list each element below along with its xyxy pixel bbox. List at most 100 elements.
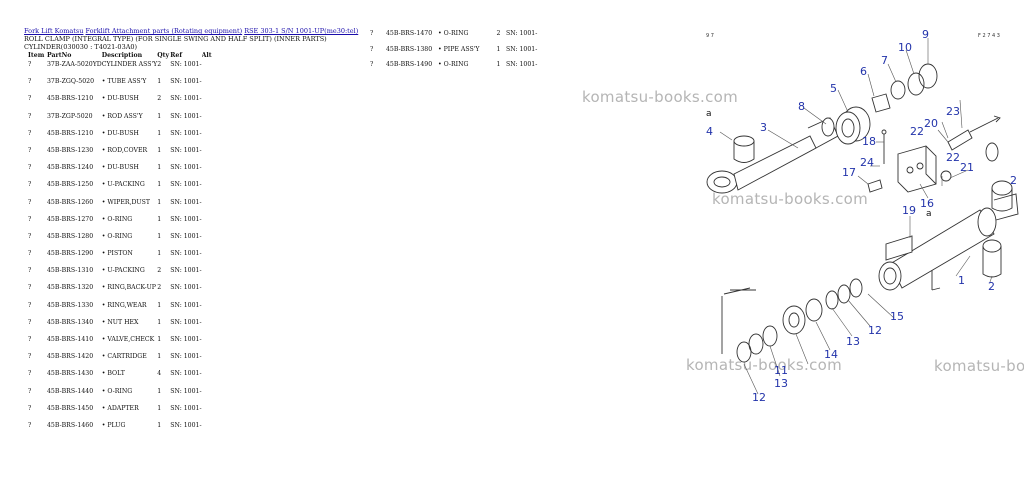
cell-alt — [202, 353, 222, 370]
callout-20: 20 — [924, 117, 938, 130]
cell-item: ? — [370, 61, 374, 68]
cell-ref: SN: 1001- — [170, 95, 202, 103]
callout-4: 4 — [706, 125, 713, 138]
cell-partno: 45B-BRS-1250 — [47, 181, 94, 189]
table-row: ? 45B-BRS-1470 • O-RING 2 SN: 1001- — [370, 30, 551, 46]
cell-item: ? — [370, 30, 374, 37]
cell-ref: SN: 1001- — [170, 164, 202, 172]
cell-alt — [202, 250, 222, 267]
cell-item: ? — [28, 250, 32, 258]
breadcrumb-link-model[interactable]: RSE 303-1 S/N 1001-UP(me30:tel) — [244, 27, 358, 35]
table-row: ? 45B-BRS-1280 • O-RING 1 SN: 1001- — [26, 233, 222, 250]
cell-item: ? — [28, 112, 32, 120]
cell-item: ? — [28, 421, 32, 429]
cell-qty: 1 — [157, 198, 162, 206]
table-row: ? 45B-BRS-1310 • U-PACKING 2 SN: 1001- — [26, 267, 222, 284]
cell-description: • CARTRIDGE — [101, 353, 147, 361]
breadcrumb: Fork Lift Komatsu Forklift Attachment pa… — [24, 27, 358, 35]
cell-qty: 1 — [157, 215, 162, 223]
table-row: ? 45B-BRS-1380 • PIPE ASS'Y 1 SN: 1001- — [370, 46, 551, 62]
cell-alt — [202, 319, 222, 336]
cell-qty: 1 — [157, 387, 162, 395]
cell-description: • DU-BUSH — [101, 95, 139, 103]
cell-item: ? — [28, 61, 32, 68]
cell-ref: SN: 1001- — [506, 45, 538, 53]
callout-6: 6 — [860, 65, 867, 78]
cell-item: ? — [28, 387, 32, 395]
cell-description: • DU-BUSH — [101, 129, 139, 137]
table-row: ? 45B-BRS-1430 • BOLT 4 SN: 1001- — [26, 370, 222, 387]
breadcrumb-link-forklift[interactable]: Fork Lift Komatsu — [24, 27, 83, 35]
table-row: ? 45B-BRS-1330 • RING,WEAR 1 SN: 1001- — [26, 302, 222, 319]
cell-alt — [202, 113, 222, 130]
cell-qty: 1 — [157, 301, 162, 309]
parts-table-continued: ? 45B-BRS-1470 • O-RING 2 SN: 1001-? 45B-BRS-… — [370, 30, 551, 77]
cell-description: CYLINDER ASS'Y — [101, 61, 158, 68]
callout-21: 21 — [960, 161, 974, 174]
cell-description: • ROD,COVER — [101, 146, 148, 154]
cell-partno: 45B-BRS-1490 — [386, 61, 433, 68]
cell-ref: SN: 1001- — [506, 61, 538, 68]
cell-alt — [202, 267, 222, 284]
cell-qty: 2 — [157, 61, 162, 68]
cell-qty: 2 — [157, 95, 162, 103]
cell-partno: 45B-BRS-1280 — [47, 232, 94, 240]
callout-12: 12 — [868, 324, 882, 337]
table-row: ? 45B-BRS-1320 • RING,BACK-UP 2 SN: 1001- — [26, 284, 222, 301]
cell-description: • O-RING — [101, 215, 133, 223]
cell-partno: 45B-BRS-1320 — [47, 284, 94, 292]
cell-item: ? — [370, 45, 374, 53]
callout-2: 2 — [1010, 174, 1017, 187]
table-row: ? 45B-BRS-1340 • NUT HEX 1 SN: 1001- — [26, 319, 222, 336]
cell-ref: SN: 1001- — [170, 421, 202, 429]
cell-partno: 45B-BRS-1260 — [47, 198, 94, 206]
cell-description: • WIPER,DUST — [101, 198, 151, 206]
cell-item: ? — [28, 232, 32, 240]
cell-description: • DU-BUSH — [101, 164, 139, 172]
callout-9: 9 — [922, 28, 929, 41]
header-qty: Qty — [157, 52, 170, 59]
cell-ref: SN: 1001- — [170, 267, 202, 275]
cell-description: • VALVE,CHECK — [101, 336, 155, 343]
cell-qty: 4 — [157, 370, 162, 378]
callout-3: 3 — [760, 121, 767, 134]
cell-description: • O-RING — [438, 30, 469, 37]
cell-ref: SN: 1001- — [170, 404, 202, 412]
table-row: ? 37B-ZGQ-5020 • TUBE ASS'Y 1 SN: 1001- — [26, 78, 222, 95]
callout-23: 23 — [946, 105, 960, 118]
callout-17: 17 — [842, 166, 856, 179]
callout-15: 15 — [890, 310, 904, 323]
table-row: ? 45B-BRS-1210 • DU-BUSH 2 SN: 1001- — [26, 95, 222, 112]
cell-partno: 45B-BRS-1310 — [47, 267, 94, 275]
table-row: ? 45B-BRS-1240 • DU-BUSH 1 SN: 1001- — [26, 164, 222, 181]
cell-alt — [202, 164, 222, 181]
cell-qty: 1 — [157, 164, 162, 172]
cell-ref: SN: 1001- — [170, 353, 202, 361]
header-ref: Ref — [170, 52, 183, 59]
cell-ref: SN: 1001- — [170, 250, 202, 258]
callout-10: 10 — [898, 41, 912, 54]
callout-8: 8 — [798, 100, 805, 113]
cell-description: • TUBE ASS'Y — [101, 78, 147, 86]
table-row: ? 45B-BRS-1260 • WIPER,DUST 1 SN: 1001- — [26, 199, 222, 216]
cell-qty: 2 — [157, 267, 162, 275]
cell-alt — [202, 216, 222, 233]
cell-item: ? — [28, 370, 32, 378]
cell-qty: 1 — [157, 129, 162, 137]
cell-item: ? — [28, 404, 32, 412]
cell-description: • PLUG — [101, 421, 126, 429]
cell-item: ? — [28, 146, 32, 154]
callout-5: 5 — [830, 82, 837, 95]
cell-description: • U-PACKING — [101, 181, 145, 189]
cell-alt — [202, 233, 222, 250]
cell-qty: 1 — [157, 336, 162, 343]
cell-partno: 45B-BRS-1330 — [47, 301, 94, 309]
breadcrumb-link-attachment-parts[interactable]: Forklift Attachment parts (Rotating equi… — [86, 27, 243, 35]
cell-item: ? — [28, 215, 32, 223]
cell-partno: 45B-BRS-1290 — [47, 250, 94, 258]
table-row: ? 45B-BRS-1210 • DU-BUSH 1 SN: 1001- — [26, 130, 222, 147]
cell-item: ? — [28, 336, 32, 343]
callout-18: 18 — [862, 135, 876, 148]
callout-11: 11 — [774, 364, 788, 377]
cylinder-tube-drawing — [878, 180, 1019, 291]
